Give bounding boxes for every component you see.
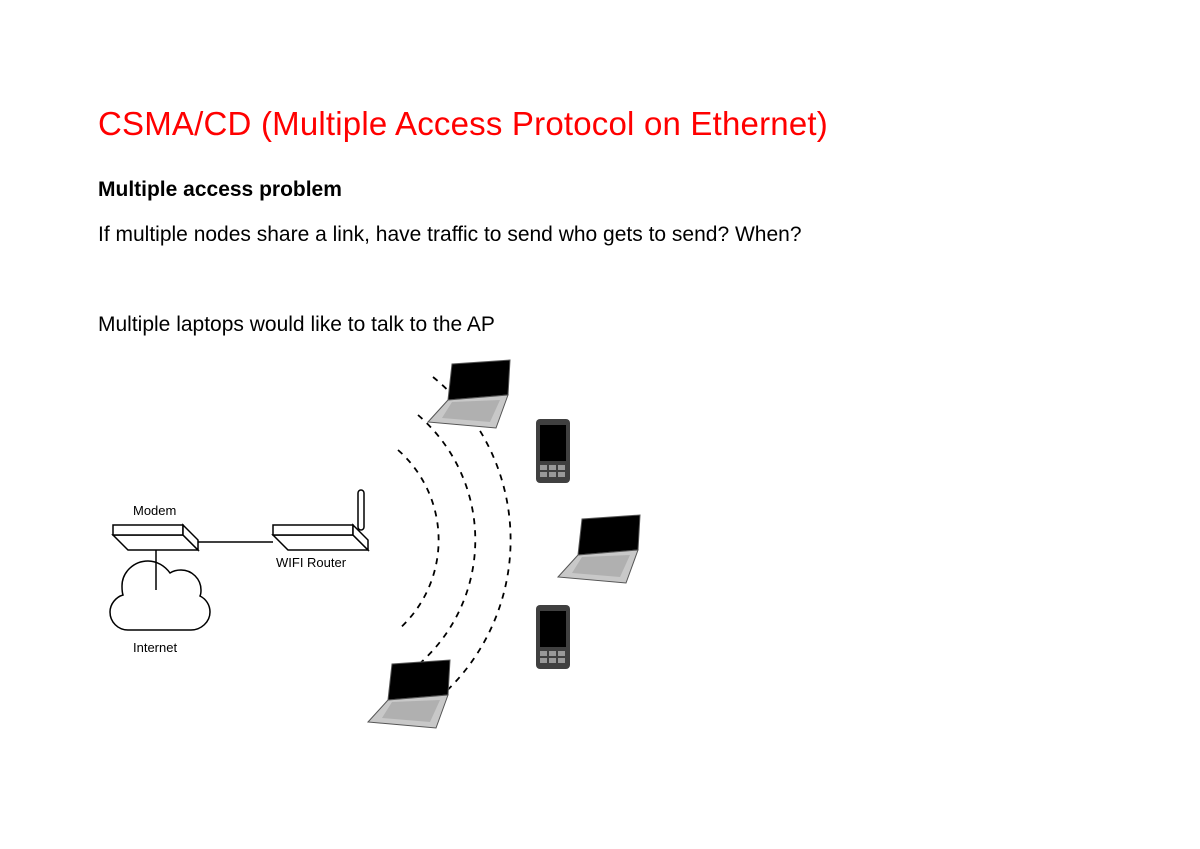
laptop-icon: [558, 515, 640, 583]
phone-icon: [536, 605, 570, 669]
paragraph: If multiple nodes share a link, have tra…: [98, 223, 802, 247]
section-heading: Multiple access problem: [98, 178, 342, 202]
page-title: CSMA/CD (Multiple Access Protocol on Eth…: [98, 105, 828, 143]
document-page: CSMA/CD (Multiple Access Protocol on Eth…: [0, 0, 1200, 849]
network-diagram-svg: [98, 355, 658, 765]
modem-label: Modem: [133, 503, 176, 518]
router-label: WIFI Router: [276, 555, 346, 570]
network-diagram: Modem WIFI Router Internet: [98, 355, 658, 765]
laptop-icon: [368, 660, 450, 728]
internet-label: Internet: [133, 640, 177, 655]
modem-icon: [113, 525, 198, 550]
paragraph: Multiple laptops would like to talk to t…: [98, 313, 495, 337]
phone-icon: [536, 419, 570, 483]
wifi-router-icon: [273, 490, 368, 550]
laptop-icon: [428, 360, 510, 428]
internet-cloud-icon: [110, 561, 210, 630]
